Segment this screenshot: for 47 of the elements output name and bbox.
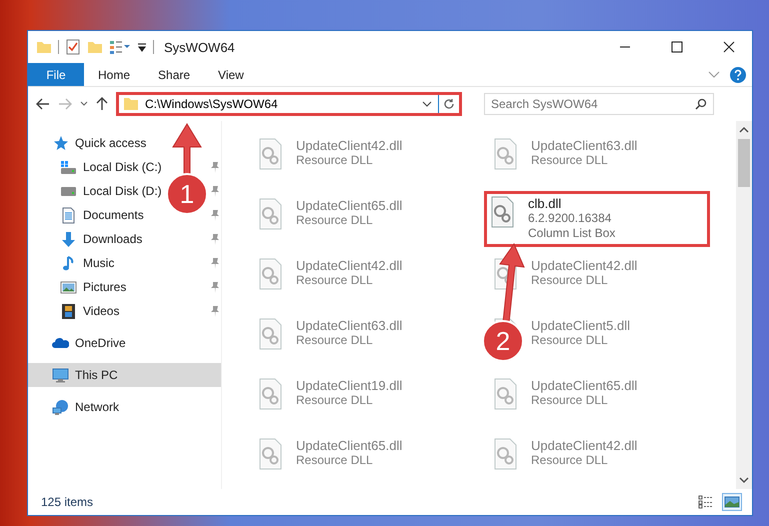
file-name: clb.dll — [528, 196, 562, 211]
file-name: UpdateClient42.dll — [296, 138, 402, 153]
sidebar-item[interactable]: This PC — [28, 363, 221, 387]
step-number-badge: 1 — [166, 173, 208, 215]
file-name: UpdateClient63.dll — [531, 138, 638, 153]
sidebar-item[interactable]: Local Disk (D:) — [60, 179, 166, 203]
sidebar-item[interactable]: Videos — [60, 299, 124, 323]
file-name: UpdateClient65.dll — [296, 438, 402, 453]
sidebar-item[interactable]: Network — [28, 395, 221, 419]
file-name: UpdateClient42.dll — [531, 438, 638, 453]
file-detail: Resource DLL — [296, 153, 374, 168]
file-detail: Resource DLL — [531, 393, 609, 408]
file-detail: Resource DLL — [296, 273, 374, 288]
file-name: UpdateClient42.dll — [296, 258, 402, 273]
file-detail: 6.2.9200.16384 — [528, 211, 612, 226]
window-title: SysWOW64 — [164, 40, 235, 54]
search-box[interactable]: Search SysWOW64 — [484, 93, 714, 115]
file-detail: Resource DLL — [531, 333, 609, 348]
file-detail: Resource DLL — [296, 453, 374, 468]
file-name: UpdateClient65.dll — [531, 378, 638, 393]
ribbon-tab[interactable]: Home — [84, 63, 144, 86]
highlighted-file-item[interactable]: clb.dll 6.2.9200.16384 Column List Box — [484, 191, 710, 247]
sidebar-item[interactable]: Local Disk (C:) — [60, 155, 166, 179]
sidebar-item[interactable]: Downloads — [60, 227, 146, 251]
file-detail: Resource DLL — [531, 453, 609, 468]
sidebar-item[interactable]: Quick access — [28, 131, 221, 155]
file-name: UpdateClient42.dll — [531, 258, 638, 273]
sidebar-item[interactable]: Documents — [60, 203, 148, 227]
file-detail: Resource DLL — [531, 153, 609, 168]
file-name: UpdateClient63.dll — [296, 318, 402, 333]
file-detail: Resource DLL — [296, 393, 374, 408]
sidebar-item[interactable]: Pictures — [60, 275, 130, 299]
sidebar-item[interactable]: Music — [60, 251, 118, 275]
file-detail: Column List Box — [528, 226, 616, 241]
file-name: UpdateClient19.dll — [296, 378, 402, 393]
file-detail: Resource DLL — [531, 273, 609, 288]
ribbon-tab[interactable]: View — [204, 63, 258, 86]
address-bar[interactable]: C:\Windows\SysWOW64 — [116, 92, 462, 116]
sidebar-item[interactable]: OneDrive — [28, 331, 221, 355]
file-detail: Resource DLL — [296, 213, 374, 228]
file-menu-tab[interactable]: File — [28, 63, 84, 86]
step-number-badge: 2 — [482, 320, 524, 362]
ribbon-tab[interactable]: Share — [144, 63, 204, 86]
item-count: 125 items — [41, 495, 94, 509]
file-name: UpdateClient65.dll — [296, 198, 402, 213]
file-detail: Resource DLL — [296, 333, 374, 348]
file-name: UpdateClient5.dll — [531, 318, 630, 333]
